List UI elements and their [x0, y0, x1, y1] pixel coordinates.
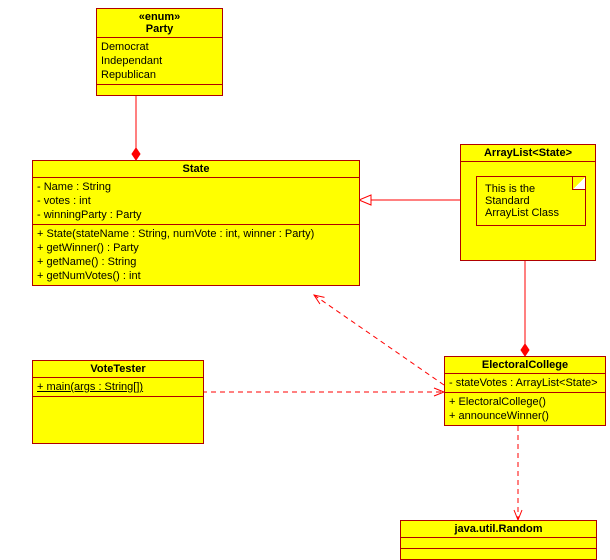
note-arraylist: This is the Standard ArrayList Class: [476, 176, 586, 226]
class-title: «enum» Party: [97, 9, 222, 38]
class-random: java.util.Random: [400, 520, 597, 560]
class-state: State - Name : String - votes : int - wi…: [32, 160, 360, 286]
class-votetester: VoteTester + main(args : String[]): [32, 360, 204, 444]
class-party: «enum» Party Democrat Independant Republ…: [96, 8, 223, 96]
class-electoralcollege: ElectoralCollege - stateVotes : ArrayLis…: [444, 356, 606, 426]
